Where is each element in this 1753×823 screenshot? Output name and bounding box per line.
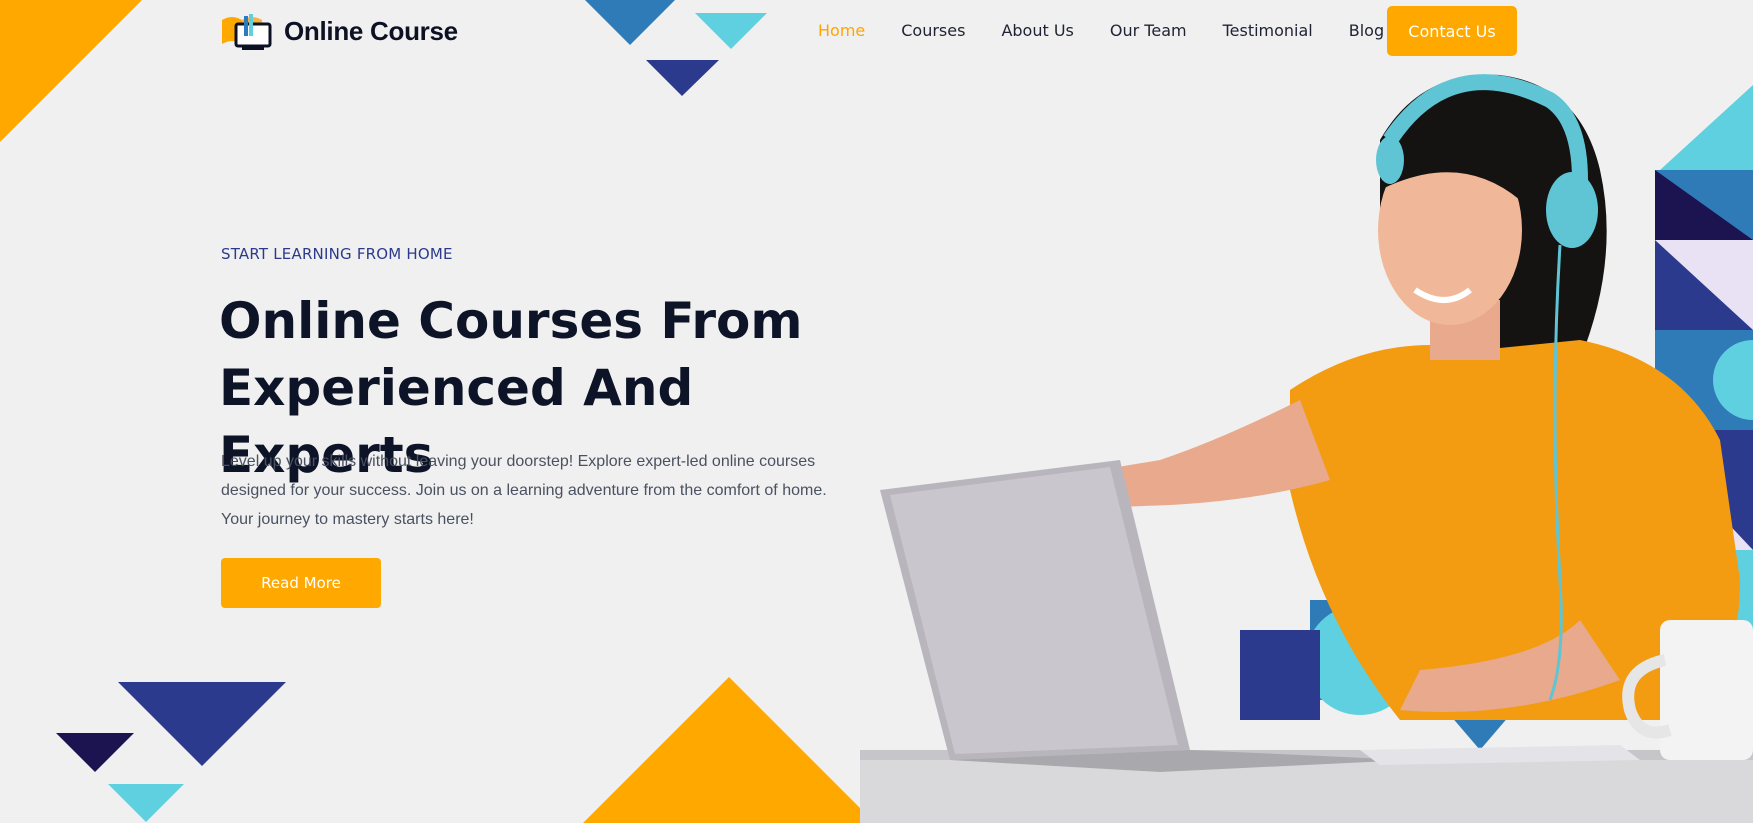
read-more-button[interactable]: Read More [221,558,381,608]
top-navy-triangle [646,60,719,96]
site-header: Online Course Home Courses About Us Our … [0,0,1753,62]
hero-image [860,74,1753,823]
nav-item-courses[interactable]: Courses [901,21,965,40]
bottom-navy-triangle-large [118,682,286,766]
nav-item-our-team[interactable]: Our Team [1110,21,1187,40]
brand-logo[interactable]: Online Course [220,10,458,52]
nav-item-home[interactable]: Home [818,21,865,40]
nav-item-blog[interactable]: Blog [1349,21,1384,40]
main-nav: Home Courses About Us Our Team Testimoni… [818,5,1420,55]
hero-title-line1: Online Courses From [219,292,803,350]
hero-eyebrow: START LEARNING FROM HOME [221,245,453,263]
open-book-monitor-icon [220,10,276,52]
bottom-cyan-triangle [108,784,184,822]
bottom-dark-triangle [56,733,134,772]
hero-description: Level up your skills without leaving you… [221,453,827,528]
nav-item-testimonial[interactable]: Testimonial [1223,21,1313,40]
contact-us-button[interactable]: Contact Us [1387,6,1517,56]
bottom-orange-triangle [583,677,875,823]
brand-name: Online Course [284,15,458,46]
nav-item-about-us[interactable]: About Us [1001,21,1073,40]
